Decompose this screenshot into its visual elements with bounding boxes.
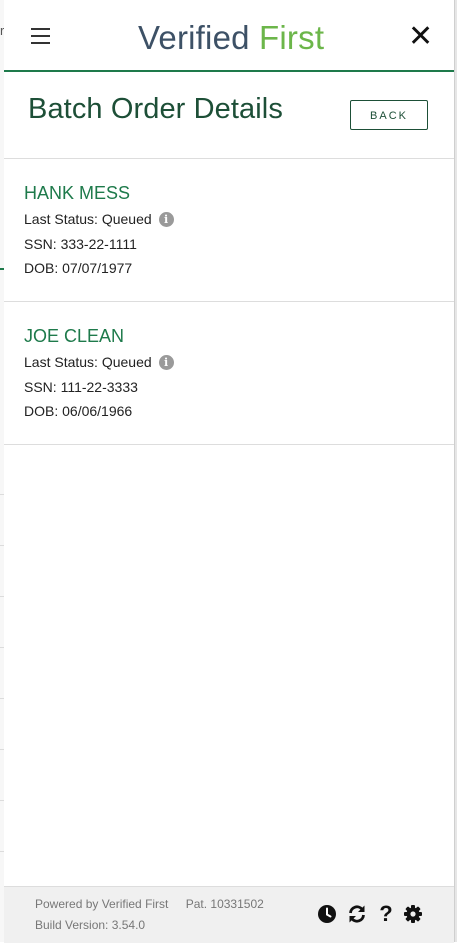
close-icon[interactable]: ✕: [408, 22, 433, 52]
status-label: Last Status:: [24, 354, 98, 370]
order-item: HANK MESS Last Status: Queued i SSN: 333…: [4, 158, 454, 301]
back-button[interactable]: BACK: [350, 100, 428, 130]
dob-value: 06/06/1966: [62, 403, 133, 419]
question-icon[interactable]: ?: [376, 903, 396, 925]
order-name-link[interactable]: HANK MESS: [24, 183, 130, 204]
page-title: Batch Order Details: [28, 93, 283, 125]
order-item: JOE CLEAN Last Status: Queued i SSN: 111…: [4, 301, 454, 445]
clock-icon[interactable]: [317, 904, 337, 924]
ssn-value: 111-22-3333: [60, 379, 138, 395]
order-list: HANK MESS Last Status: Queued i SSN: 333…: [4, 158, 454, 445]
panel-header: Verified First ✕: [4, 0, 454, 72]
order-dob: DOB: 07/07/1977: [24, 260, 132, 276]
info-icon[interactable]: i: [158, 355, 174, 370]
ssn-label: SSN:: [24, 379, 57, 395]
dob-value: 07/07/1977: [62, 260, 133, 276]
build-version-text: Build Version: 3.54.0: [35, 918, 146, 932]
order-ssn: SSN: 333-22-1111: [24, 236, 137, 252]
patent-text: Pat. 10331502: [185, 897, 264, 911]
order-status: Last Status: Queued i: [24, 354, 174, 370]
logo-text-first: First: [259, 19, 325, 56]
panel-footer: Powered by Verified First Pat. 10331502 …: [4, 886, 454, 943]
ssn-value: 333-22-1111: [60, 236, 137, 252]
dob-label: DOB:: [24, 260, 59, 276]
hamburger-menu-icon[interactable]: [31, 28, 50, 44]
powered-by-text: Powered by Verified First: [35, 897, 169, 911]
status-value: Queued: [101, 354, 152, 370]
verified-first-logo: Verified First: [138, 18, 324, 58]
order-dob: DOB: 06/06/1966: [24, 403, 132, 419]
order-ssn: SSN: 111-22-3333: [24, 379, 138, 395]
status-label: Last Status:: [24, 211, 98, 227]
batch-order-panel: Verified First ✕ Batch Order Details BAC…: [4, 0, 455, 943]
order-status: Last Status: Queued i: [24, 211, 174, 227]
ssn-label: SSN:: [24, 236, 57, 252]
gear-icon[interactable]: [403, 904, 423, 924]
dob-label: DOB:: [24, 403, 59, 419]
footer-credits: Powered by Verified First Pat. 10331502: [35, 897, 264, 911]
logo-text-verified: Verified: [138, 19, 250, 56]
status-value: Queued: [101, 211, 152, 227]
order-name-link[interactable]: JOE CLEAN: [24, 326, 124, 347]
refresh-icon[interactable]: [347, 904, 367, 924]
info-icon[interactable]: i: [158, 212, 174, 227]
